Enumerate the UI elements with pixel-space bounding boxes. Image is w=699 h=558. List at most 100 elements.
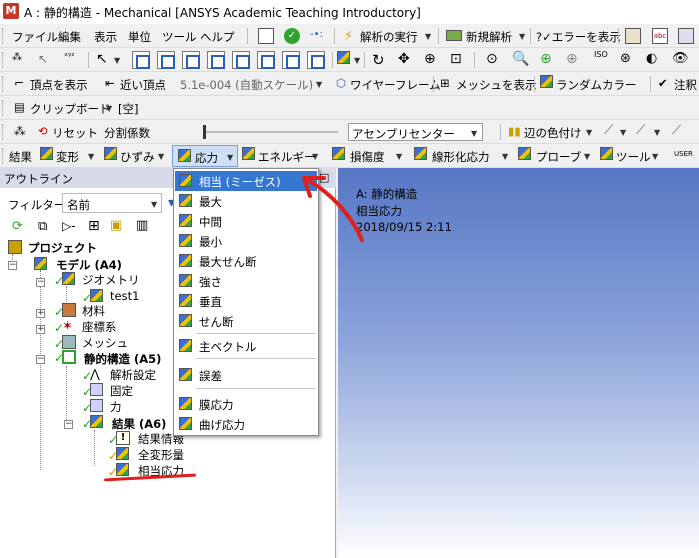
near-vertex-button[interactable]: 近い頂点 [120, 77, 166, 93]
user-defined-result-button[interactable]: USER [674, 150, 693, 158]
graphics-viewport[interactable]: A: 静的構造 相当応力 2018/09/15 2:11 [338, 168, 699, 558]
clipboard-button[interactable]: クリップボード [30, 101, 111, 117]
tree-solution-toggle[interactable]: − [64, 420, 73, 429]
energy-button[interactable]: エネルギー [258, 149, 316, 165]
deformation-button[interactable]: 変形 [56, 149, 79, 165]
pan-icon[interactable]: ✥ [398, 51, 414, 67]
menu-file[interactable]: ファイル [12, 29, 58, 45]
tree-mesh[interactable]: メッシュ [82, 335, 128, 351]
edge-thickness-icon[interactable]: ⟋ [636, 123, 645, 138]
select-point-icon[interactable]: ⁂ [12, 52, 28, 68]
linearized-stress-button[interactable]: 線形化応力 [432, 149, 490, 165]
book-icon[interactable] [625, 28, 641, 44]
wireframe-button[interactable]: ワイヤーフレーム [350, 77, 441, 93]
show-vertices-button[interactable]: 頂点を表示 [30, 77, 88, 93]
stress-button[interactable]: 応力 ▼ [172, 145, 238, 167]
show-mesh-button[interactable]: メッシュを表示 [456, 77, 537, 93]
abc-icon[interactable]: abc [652, 28, 668, 44]
tree-static-structural[interactable]: 静的構造 (A5) [84, 351, 161, 367]
reset-button[interactable]: リセット [52, 125, 98, 141]
tree-model[interactable]: モデル (A4) [56, 257, 122, 273]
zoom-box-icon[interactable]: ⊡ [450, 51, 466, 67]
pointer-icon[interactable]: ↖ [96, 51, 112, 67]
menu-item-vector-principal[interactable]: 主ベクトル [175, 336, 317, 356]
tools-button[interactable]: ツール [616, 149, 651, 165]
zoom-green-icon[interactable]: ⊕ [540, 51, 556, 67]
scale-combo[interactable]: 5.1e-004 (自動スケール) ▼ [176, 75, 326, 93]
edge-display-icon[interactable]: ⟋ [672, 123, 681, 138]
probe-button[interactable]: プローブ [536, 149, 581, 165]
menu-item-max-shear[interactable]: 最大せん断 [175, 251, 317, 271]
expand-icon[interactable]: ⧉ [38, 219, 47, 234]
select-element-button[interactable] [282, 51, 300, 69]
zoom-icon[interactable]: ⊕ [424, 51, 440, 67]
edge-style-icon[interactable]: ⟋ [604, 123, 613, 138]
rotate-icon[interactable]: ↻ [372, 51, 388, 69]
menu-item-normal[interactable]: 垂直 [175, 291, 317, 311]
damage-button[interactable]: 損傷度 [350, 149, 385, 165]
menu-units[interactable]: 単位 [128, 29, 151, 45]
menu-item-intensity[interactable]: 強さ [175, 271, 317, 291]
tree-force[interactable]: 力 [110, 399, 122, 415]
zoom-gray-icon[interactable]: ⊕ [566, 51, 582, 67]
edge-coloring-button[interactable]: 辺の色付け [524, 125, 582, 141]
select-face-button[interactable] [182, 51, 200, 69]
toolbar-more-icon[interactable] [678, 28, 694, 44]
magnifier-icon[interactable]: 🔍 [512, 51, 529, 67]
select-edge-button[interactable] [157, 51, 175, 69]
iso-view-icon[interactable]: ISO [594, 50, 610, 66]
random-color-button[interactable]: ランダムカラー [556, 77, 637, 93]
select-mesh-button[interactable] [307, 51, 325, 69]
menu-tools[interactable]: ツール [162, 29, 197, 45]
menu-item-error[interactable]: 誤差 [175, 365, 317, 385]
tree-fixed-support[interactable]: 固定 [110, 383, 133, 399]
select-element-face-button[interactable] [257, 51, 275, 69]
folder-icon[interactable]: ▣ [110, 218, 122, 233]
filter-combo[interactable]: 名前 ▼ [62, 193, 162, 213]
solve-button[interactable]: 解析の実行 [360, 29, 418, 45]
tree-static-toggle[interactable]: − [36, 355, 45, 364]
menu-item-membrane-stress[interactable]: 膜応力 [175, 394, 317, 414]
menu-help[interactable]: ヘルプ [200, 29, 235, 45]
eye-icon[interactable]: 👁 [672, 51, 689, 67]
tree-solution[interactable]: 結果 (A6) [112, 416, 166, 432]
select-vertex-button[interactable] [132, 51, 150, 69]
select-body-button[interactable] [207, 51, 225, 69]
menu-view[interactable]: 表示 [94, 29, 117, 45]
tree-coords-toggle[interactable]: + [36, 325, 45, 334]
assembly-center-combo[interactable]: アセンブリセンター ▼ [348, 123, 483, 141]
show-all-icon[interactable]: ▥ [136, 218, 148, 233]
tree-geometry[interactable]: ジオメトリ [82, 272, 140, 288]
expand-all-icon[interactable]: ⊞ [88, 218, 100, 234]
extend-selection-icon[interactable] [337, 51, 353, 67]
next-view-icon[interactable]: ◐ [646, 51, 662, 67]
tree-materials-toggle[interactable]: + [36, 309, 45, 318]
tree-project[interactable]: プロジェクト [28, 240, 97, 256]
tree-analysis-settings[interactable]: 解析設定 [110, 367, 156, 383]
worksheet-icon[interactable] [258, 28, 274, 44]
strain-button[interactable]: ひずみ [120, 149, 155, 165]
explode-slider[interactable] [204, 131, 338, 133]
previous-view-icon[interactable]: ⊛ [620, 51, 636, 67]
select-node-button[interactable] [232, 51, 250, 69]
new-analysis-button[interactable]: 新規解析 [466, 29, 512, 45]
collapse-icon[interactable]: ▷- [62, 219, 76, 233]
tree-part-test1[interactable]: test1 [110, 289, 139, 303]
check-icon[interactable]: ✓ [284, 28, 300, 44]
show-errors-button[interactable]: ?✓エラーを表示 [536, 29, 621, 45]
menu-item-bending-stress[interactable]: 曲げ応力 [175, 414, 317, 434]
menu-item-shear[interactable]: せん断 [175, 311, 317, 331]
tree-link-icon[interactable]: -•: [310, 29, 326, 45]
explode-slider-thumb[interactable] [203, 125, 206, 139]
tree-materials[interactable]: 材料 [82, 303, 105, 319]
refresh-icon[interactable]: ⟳ [12, 219, 23, 234]
select-mode-icon[interactable]: ↖ [38, 52, 54, 68]
zoom-fit-icon[interactable]: ⊙ [486, 51, 502, 67]
tree-geometry-toggle[interactable]: − [36, 278, 45, 287]
menu-edit[interactable]: 編集 [58, 29, 81, 45]
tree-coords[interactable]: 座標系 [82, 319, 117, 335]
annotation-button[interactable]: 注釈 [674, 77, 697, 93]
tree-total-deformation[interactable]: 全変形量 [138, 447, 184, 463]
coordinate-icon[interactable]: ˣᵞᶻ [64, 52, 80, 68]
tree-model-toggle[interactable]: − [8, 261, 17, 270]
